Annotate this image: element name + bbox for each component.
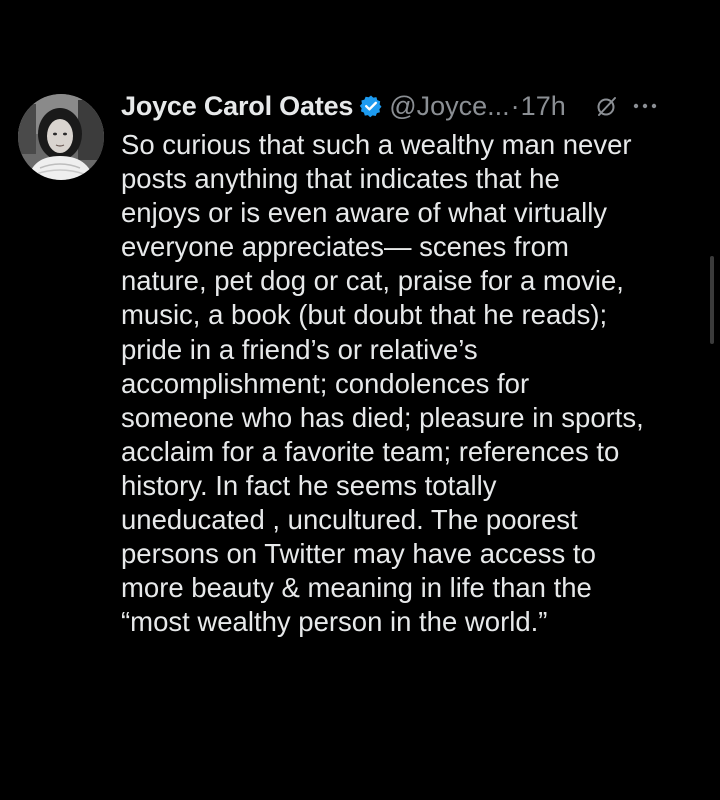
- scrollbar[interactable]: [710, 256, 714, 344]
- avatar[interactable]: [18, 94, 104, 180]
- timestamp[interactable]: 17h: [521, 91, 566, 122]
- avatar-photo-icon: [18, 94, 104, 180]
- tweet[interactable]: Joyce Carol Oates @Joyce... · 17h So cur…: [0, 0, 720, 800]
- separator-dot: ·: [510, 90, 520, 121]
- tweet-header: Joyce Carol Oates @Joyce... · 17h: [121, 86, 711, 126]
- user-handle[interactable]: @Joyce...: [389, 91, 509, 122]
- verified-badge-icon[interactable]: [359, 94, 383, 118]
- grok-icon[interactable]: [596, 95, 618, 117]
- more-options-icon[interactable]: [632, 95, 658, 117]
- tweet-text: So curious that such a wealthy man never…: [121, 129, 644, 638]
- display-name[interactable]: Joyce Carol Oates: [121, 91, 353, 122]
